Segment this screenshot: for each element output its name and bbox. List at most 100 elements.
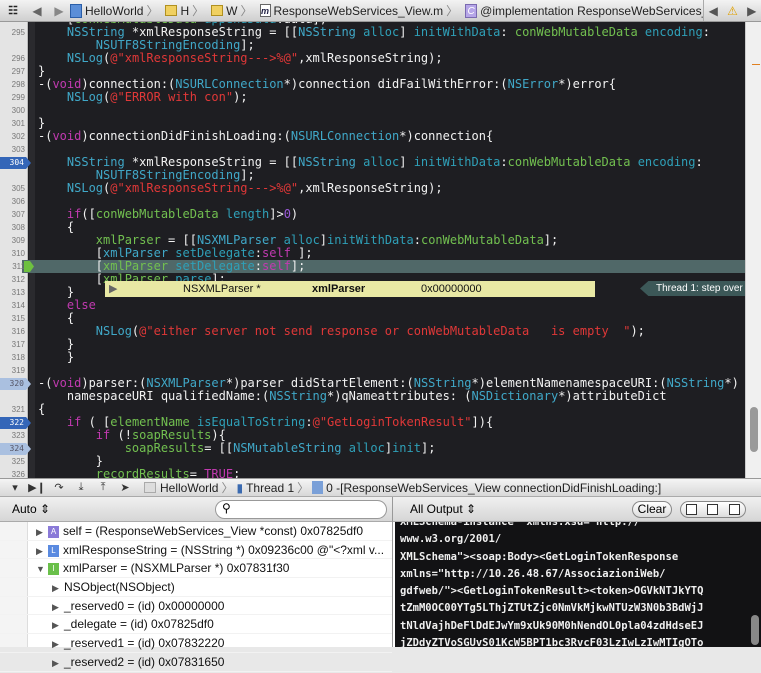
source-editor[interactable]: 294 [conWebMutableData appendData:data];… (0, 22, 761, 478)
variable-row[interactable]: ▶ _reserved0 = (id) 0x00000000 (0, 597, 392, 616)
output-filter-selector[interactable]: All Output ⇕ (410, 502, 476, 516)
line-number: 300 (11, 106, 25, 115)
code-line[interactable]: 307 if([conWebMutableData length]>0) (0, 208, 745, 221)
debug-stack-frame[interactable]: 0 -[ResponseWebServices_View connectionD… (326, 481, 661, 495)
variable-row[interactable]: ▶ _reserved2 = (id) 0x07831650 (0, 653, 392, 672)
code-line[interactable]: 314 else (0, 299, 745, 312)
debug-project[interactable]: HelloWorld (160, 481, 218, 495)
variable-row[interactable]: ▶ Aself = (ResponseWebServices_View *cons… (0, 522, 392, 541)
variable-row[interactable]: ▶ _delegate = (id) 0x07825df0 (0, 615, 392, 635)
console-view: All Output ⇕ Clear XMLSchema-instance" x… (393, 497, 761, 647)
code-token: ); (630, 324, 645, 338)
next-issue-button[interactable]: ▶ (747, 4, 756, 18)
view-layout-toggle[interactable] (680, 501, 746, 518)
simulate-location-button[interactable]: ➤ (114, 481, 136, 494)
code-token: @"ERROR with con" (110, 90, 234, 104)
line-number: 308 (11, 223, 25, 232)
code-token: encoding (637, 155, 696, 169)
code-token: isEqualToString (196, 415, 306, 429)
warning-icon[interactable]: ⚠ (727, 4, 738, 18)
editor-scrollbar[interactable] (745, 22, 761, 478)
code-line[interactable]: 296 NSLog(@"xmlResponseString--->%@",xml… (0, 52, 745, 65)
line-number: 325 (11, 457, 25, 466)
console-line: jZDdyZTVoSGUvS01KcW5BPT1bc3RvcF03LzIwLzI… (400, 637, 704, 647)
left-pane-icon[interactable] (686, 504, 698, 515)
code-token: [ (38, 272, 104, 286)
code-token: : (305, 415, 313, 429)
code-line[interactable]: 324 soapResults= [[NSMutableString alloc… (0, 442, 745, 455)
code-token: } (38, 116, 46, 130)
jumpbar-group-w[interactable]: W 〉 (211, 2, 255, 19)
disclosure-closed-icon[interactable]: ▶ (52, 579, 64, 598)
jumpbar-symbol[interactable]: C @implementation ResponseWebServices_Vie… (465, 3, 734, 18)
step-over-button[interactable]: ↷ (48, 481, 70, 494)
scope-selector[interactable]: Auto ⇕ (12, 502, 50, 516)
code-token: *)qNameattributes: ( (326, 389, 472, 403)
variable-row[interactable]: ▶ NSObject(NSObject) (0, 578, 392, 597)
code-token: : (695, 155, 703, 169)
jumpbar-group-h[interactable]: H 〉 (165, 2, 207, 19)
related-files-icon[interactable]: ☷ (0, 4, 26, 17)
code-line[interactable]: 305 NSLog(@"xmlResponseString--->%@",xml… (0, 182, 745, 195)
forward-button[interactable]: ▶ (48, 4, 70, 18)
code-token: ,xmlResponseString); (298, 181, 443, 195)
jump-bar: ☷ ◀ ▶ HelloWorld 〉 H 〉 W 〉 m ResponseWebServ… (0, 0, 761, 22)
code-token: : (500, 155, 508, 169)
code-line[interactable]: 316 NSLog(@"either server not send respo… (0, 325, 745, 338)
code-token: )connectionDidFinishLoading:( (81, 129, 291, 143)
disclosure-closed-icon[interactable]: ▶ (36, 542, 48, 561)
console-header: All Output ⇕ Clear (393, 497, 761, 522)
clear-button[interactable]: Clear (632, 501, 672, 518)
disclosure-closed-icon[interactable]: ▶ (52, 654, 64, 673)
scrollbar-thumb[interactable] (750, 407, 758, 452)
code-line[interactable]: 300 (0, 104, 745, 117)
code-line[interactable]: 302 -(void)connectionDidFinishLoading:(NS… (0, 130, 745, 143)
step-into-button[interactable]: ⤓ (70, 481, 92, 494)
jumpbar-project[interactable]: HelloWorld 〉 (70, 2, 161, 19)
variables-search-input[interactable]: ⚲ (215, 500, 387, 519)
disclosure-closed-icon[interactable]: ▶ (52, 616, 64, 635)
disclosure-closed-icon[interactable]: ▶ (52, 635, 64, 654)
variable-row[interactable]: ▼ IxmlParser = (NSXMLParser *) 0x07831f30 (0, 559, 392, 579)
disclosure-closed-icon[interactable]: ▶ (36, 523, 48, 542)
debug-thread[interactable]: Thread 1 (246, 481, 294, 495)
breakpoint-marker[interactable]: 322 (0, 417, 31, 429)
m-file-icon: m (259, 4, 271, 17)
breakpoint-marker[interactable]: 324 (0, 443, 31, 455)
variable-datatip[interactable]: ▶ NSXMLParser * xmlParser 0x00000000 (105, 281, 595, 297)
folder-icon (211, 5, 224, 16)
breakpoint-marker[interactable]: 304 (0, 157, 31, 169)
line-number: 311 (12, 262, 25, 271)
code-token: [ (38, 259, 104, 273)
code-token: *)parser didStartElement:( (225, 376, 414, 390)
code-token: *xmlResponseString = [[ (124, 25, 299, 39)
jumpbar-file[interactable]: m ResponseWebServices_View.m 〉 (259, 2, 462, 19)
variable-row[interactable]: ▶ _reserved1 = (id) 0x07832220 (0, 634, 392, 653)
line-number: 303 (11, 145, 25, 154)
variable-row[interactable]: ▶ LxmlResponseString = (NSString *) 0x092… (0, 541, 392, 560)
code-line[interactable]: 317 } (0, 338, 745, 351)
code-token: } (38, 454, 104, 468)
console-output[interactable]: XMLSchema-instance" xmlns:xsd="http:// ww… (395, 522, 761, 647)
disclosure-open-icon[interactable]: ▼ (36, 560, 48, 579)
code-token: } (38, 64, 46, 78)
step-out-button[interactable]: ⤒ (92, 481, 114, 494)
code-line[interactable]: namespaceURI qualifiedName:(NSString*)qN… (0, 390, 745, 403)
code-line[interactable]: 326 recordResults= TRUE; (0, 468, 745, 479)
previous-issue-button[interactable]: ◀ (709, 4, 718, 18)
code-token: setDelegate (175, 259, 255, 273)
continue-button[interactable]: ▶❙ (26, 481, 48, 494)
code-token: { (38, 311, 75, 325)
back-button[interactable]: ◀ (26, 4, 48, 18)
code-token: @"xmlResponseString--->%@" (110, 181, 299, 195)
disclosure-triangle-icon[interactable]: ▶ (109, 281, 117, 297)
console-scrollbar[interactable] (751, 615, 759, 645)
both-panes-icon[interactable] (707, 504, 719, 515)
hide-debug-area-button[interactable]: ▾ (4, 481, 26, 494)
right-pane-icon[interactable] (728, 504, 740, 515)
code-line[interactable]: 299 NSLog(@"ERROR with con"); (0, 91, 745, 104)
code-line[interactable]: 318 } (0, 351, 745, 364)
breakpoint-marker[interactable]: 320 (0, 378, 31, 390)
disclosure-closed-icon[interactable]: ▶ (52, 598, 64, 617)
